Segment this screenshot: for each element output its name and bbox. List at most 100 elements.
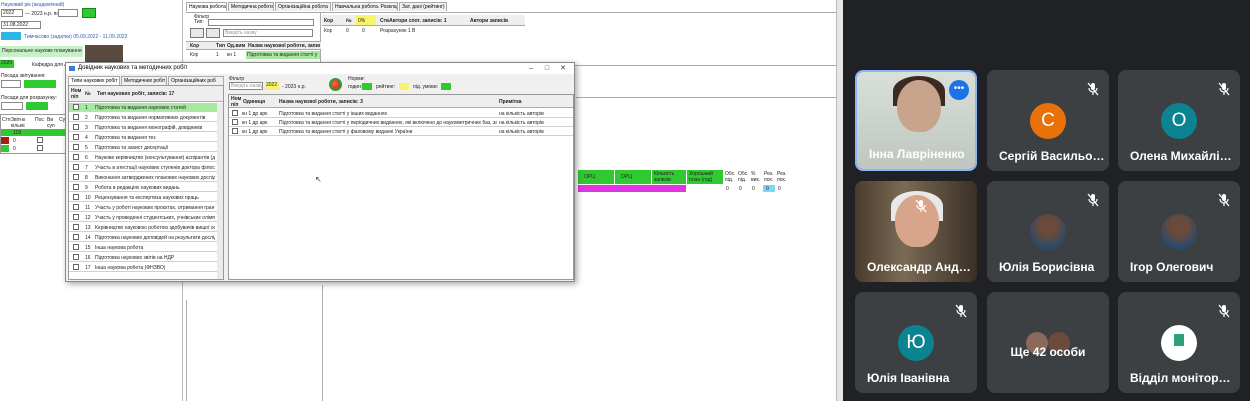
- item-checkbox[interactable]: [73, 154, 79, 160]
- row-checkbox[interactable]: [232, 119, 238, 125]
- filter-next-button[interactable]: [206, 28, 220, 38]
- maximize-button[interactable]: □: [540, 63, 554, 74]
- more-options-icon[interactable]: •••: [949, 80, 969, 100]
- works-table-row[interactable]: кн 1 др арк Підготовка та видання статті …: [229, 127, 573, 136]
- list-scrollbar[interactable]: [217, 103, 223, 279]
- norm-rating-field[interactable]: [399, 83, 409, 90]
- item-checkbox[interactable]: [73, 244, 79, 250]
- participant-tile[interactable]: С Сергій Васильович: [987, 70, 1109, 171]
- type-list-item[interactable]: 12 Участь у проведенні студентських, учні…: [69, 213, 217, 222]
- type-list-item[interactable]: 16 Підготовка наукових звітів на НДР: [69, 253, 217, 262]
- date-field-1[interactable]: [58, 9, 78, 17]
- field-2020[interactable]: 2020: [0, 60, 14, 68]
- type-list-item[interactable]: 17 Інша наукова робота (ФНЗВО): [69, 263, 217, 272]
- participant-name: Юлія Борисівна: [999, 260, 1095, 274]
- type-list-item[interactable]: 8 Виконання затверджених планових наукови…: [69, 173, 217, 182]
- research-table-row[interactable]: Кор 1 кн 1 Підготовка та видання статті …: [186, 51, 321, 59]
- type-list-item[interactable]: 10 Рецензування та експертиза наукових пр…: [69, 193, 217, 202]
- participant-tile[interactable]: Ігор Олегович: [1118, 181, 1240, 282]
- type-select[interactable]: [208, 19, 314, 26]
- item-checkbox[interactable]: [73, 264, 79, 270]
- type-list-item[interactable]: 11 Участь у роботі наукових проєктах, отр…: [69, 203, 217, 212]
- grid-checkbox[interactable]: [37, 137, 43, 143]
- participant-tile[interactable]: Олександр Андрійович: [855, 181, 977, 282]
- app-scrollbar[interactable]: [836, 0, 843, 401]
- close-icon[interactable]: ✕: [556, 63, 570, 74]
- filter-first-button[interactable]: [190, 28, 204, 38]
- item-checkbox[interactable]: [73, 114, 79, 120]
- personal-planning-tab[interactable]: Персональне наукове планування: [0, 46, 83, 57]
- position-apply-button[interactable]: [24, 80, 56, 88]
- bottom-grid-row[interactable]: 0 0 0 0 0: [578, 185, 788, 192]
- date-start-field[interactable]: 31.08.2022: [1, 21, 41, 29]
- participant-tile[interactable]: Ще 42 особи: [987, 292, 1109, 393]
- type-list-item[interactable]: 5 Підготовка та захист дисертації: [69, 143, 217, 152]
- mic-off-icon: [1218, 193, 1230, 207]
- dialog-year-select[interactable]: 2022: [265, 82, 279, 90]
- participant-tile[interactable]: ••• Інна Лавріненко: [855, 70, 977, 171]
- item-checkbox[interactable]: [73, 144, 79, 150]
- item-checkbox[interactable]: [73, 234, 79, 240]
- item-checkbox[interactable]: [73, 184, 79, 190]
- item-checkbox[interactable]: [73, 134, 79, 140]
- type-list-item[interactable]: 2 Підготовка та видання нормативних докум…: [69, 113, 217, 122]
- works-table-row[interactable]: кн 1 др арк Підготовка та видання статті …: [229, 118, 573, 127]
- item-checkbox[interactable]: [73, 214, 79, 220]
- type-list-item[interactable]: 15 Інша наукова робота: [69, 243, 217, 252]
- tab-research-types[interactable]: Типи наукових робіт: [68, 76, 120, 85]
- tab-organizational-types[interactable]: Організаційних роб: [168, 76, 224, 85]
- type-list-item[interactable]: 9 Робота в редакціях наукових видань: [69, 183, 217, 192]
- authors-table-header: Кор № 0% СтвАвтори спот. записів: 1 Авто…: [322, 15, 525, 26]
- norm-hours-field[interactable]: [362, 83, 372, 90]
- calc-apply-button[interactable]: [26, 102, 48, 110]
- item-checkbox[interactable]: [73, 194, 79, 200]
- grid-row-2[interactable]: 0: [1, 137, 65, 144]
- item-checkbox[interactable]: [73, 164, 79, 170]
- participant-tile[interactable]: О Олена Михайлівна: [1118, 70, 1240, 171]
- week-spinner[interactable]: [1, 32, 21, 40]
- item-checkbox[interactable]: [73, 104, 79, 110]
- type-list-item[interactable]: 1 Підготовка та видання наукових статей: [69, 103, 217, 112]
- participant-tile[interactable]: Відділ моніторингу: [1118, 292, 1240, 393]
- type-list-item[interactable]: 4 Підготовка та видання тез: [69, 133, 217, 142]
- norms-label: Норми:: [348, 76, 365, 82]
- type-list-item[interactable]: 14 Підготовка наукових доповідей на резул…: [69, 233, 217, 242]
- apply-filter-icon[interactable]: [329, 78, 342, 91]
- tab-methodical[interactable]: Методична робота: [228, 2, 274, 11]
- authors-table-row[interactable]: Кор 0 0 Розрахунок 1 В: [322, 27, 525, 35]
- type-list-item[interactable]: 13 Керівництво науковою роботою здобувачі…: [69, 223, 217, 232]
- type-list-item[interactable]: 3 Підготовка та видання монографій, довід…: [69, 123, 217, 132]
- tab-methodical-types[interactable]: Методичних робіт: [121, 76, 167, 85]
- research-search-input[interactable]: Введіть назву: [223, 29, 313, 37]
- grid-row-3[interactable]: 0: [1, 145, 65, 152]
- participant-tile[interactable]: Ю Юлія Іванівна: [855, 292, 977, 393]
- item-checkbox[interactable]: [73, 224, 79, 230]
- confirm-year-button[interactable]: [82, 8, 96, 18]
- norm-minus-label: під. умови:: [413, 84, 439, 90]
- row-checkbox[interactable]: [232, 128, 238, 134]
- item-checkbox[interactable]: [73, 174, 79, 180]
- calc-select[interactable]: [1, 102, 23, 110]
- grid-row-1[interactable]: 118: [1, 129, 65, 136]
- works-table-row[interactable]: кн 1 др арк Підготовка та видання статті …: [229, 109, 573, 118]
- item-checkbox[interactable]: [73, 124, 79, 130]
- grid-checkbox[interactable]: [37, 145, 43, 151]
- tab-organizational[interactable]: Організаційна робота: [275, 2, 331, 11]
- row-unit: кн 1 др арк: [242, 111, 268, 117]
- tab-rating[interactable]: Зат. дані (рейтинг): [399, 2, 447, 11]
- participant-tile[interactable]: Юлія Борисівна: [987, 181, 1109, 282]
- item-checkbox[interactable]: [73, 204, 79, 210]
- row-checkbox[interactable]: [232, 110, 238, 116]
- norm-minus-field[interactable]: [441, 83, 451, 90]
- type-list-item[interactable]: 6 Наукове керівництво (консультування) ас…: [69, 153, 217, 162]
- reference-dialog: Довідник наукових та методичних робіт – …: [65, 62, 575, 282]
- year-select[interactable]: 2022: [1, 9, 23, 17]
- item-number: 2: [85, 115, 88, 121]
- minimize-button[interactable]: –: [524, 63, 538, 74]
- dialog-search-input[interactable]: Введіть назву: [229, 82, 263, 90]
- type-list-item[interactable]: 7 Участь в атестації наукових ступенів до…: [69, 163, 217, 172]
- tab-teaching[interactable]: Навчальна робота. Розклад: [332, 2, 398, 11]
- tab-research[interactable]: Наукова робота: [186, 2, 227, 11]
- position-select[interactable]: [1, 80, 21, 88]
- item-checkbox[interactable]: [73, 254, 79, 260]
